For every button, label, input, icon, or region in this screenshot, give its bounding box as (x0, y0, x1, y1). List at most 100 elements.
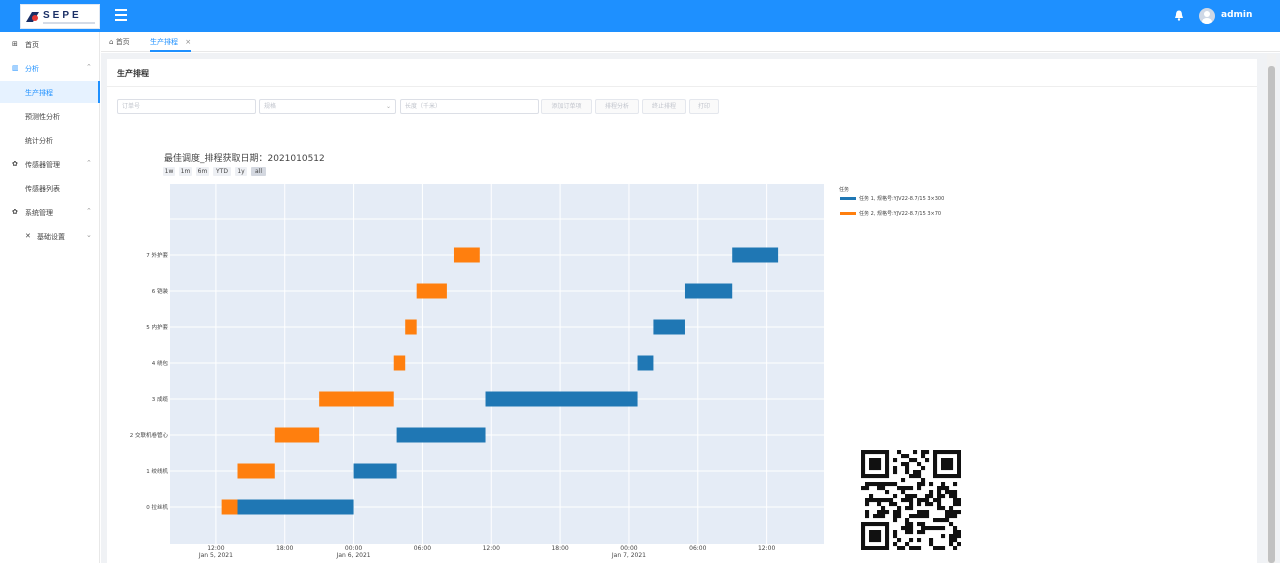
chart-title: 最佳调度_排程获取日期：2021010512 (164, 154, 325, 164)
scrollbar-thumb[interactable] (1268, 66, 1275, 563)
qr-module (893, 518, 898, 523)
qr-module (877, 482, 882, 487)
qr-module (909, 494, 914, 499)
qr-module (925, 526, 930, 531)
qr-module (929, 538, 934, 543)
qr-module (885, 466, 890, 471)
qr-module (877, 486, 882, 491)
sidebar-item-predictive-analysis[interactable]: 预测性分析 (0, 105, 100, 127)
qr-module (937, 506, 942, 511)
range-button-1y[interactable]: 1y (235, 167, 247, 176)
qr-module (905, 522, 910, 527)
order-number-input[interactable]: 订单号 (117, 99, 256, 114)
qr-module (909, 486, 914, 491)
qr-module (893, 502, 898, 507)
qr-module (937, 490, 942, 495)
qr-module (889, 502, 894, 507)
qr-module (921, 510, 926, 515)
qr-module (933, 450, 938, 455)
qr-module (917, 514, 922, 519)
sidebar-item-sensor-management[interactable]: ✿ 传感器管理 ⌃ (0, 153, 100, 175)
qr-module (953, 534, 958, 539)
qr-module (893, 534, 898, 539)
chevron-up-icon: ⌃ (86, 207, 92, 215)
qr-module (881, 506, 886, 511)
range-button-6m[interactable]: 6m (196, 167, 209, 176)
qr-module (957, 530, 961, 535)
sidebar-item-label: 分析 (25, 65, 39, 73)
avatar[interactable] (1199, 8, 1215, 24)
schedule-analysis-button[interactable]: 排程分析 (595, 99, 639, 114)
sidebar-item-production-schedule[interactable]: 生产排程 (0, 81, 100, 103)
range-button-1m[interactable]: 1m (179, 167, 192, 176)
qr-module (953, 482, 958, 487)
qr-module (901, 454, 906, 459)
add-order-item-button[interactable]: 添加订单项 (541, 99, 592, 114)
spec-placeholder: 规格 (264, 103, 277, 110)
qr-module (917, 530, 922, 535)
username[interactable]: admin (1221, 10, 1252, 20)
tab-production-schedule[interactable]: 生产排程 × (150, 32, 192, 52)
qr-module (925, 458, 930, 463)
logo[interactable]: SEPE (20, 4, 100, 29)
qr-module (957, 458, 961, 463)
sidebar-item-statistics[interactable]: 统计分析 (0, 129, 100, 151)
qr-module (873, 522, 878, 527)
sidebar-item-label: 预测性分析 (25, 113, 60, 121)
tab-bar: ⌂ 首页 生产排程 × (101, 32, 1280, 52)
qr-module (917, 510, 922, 515)
qr-module (881, 486, 886, 491)
grid-icon: ⊞ (12, 40, 18, 48)
menu-toggle-icon[interactable] (115, 9, 127, 21)
qr-module (865, 510, 870, 515)
spec-select[interactable]: 规格 ⌄ (259, 99, 396, 114)
range-button-1w[interactable]: 1w (163, 167, 175, 176)
qr-module (869, 458, 874, 463)
qr-module (937, 502, 942, 507)
qr-module (873, 498, 878, 503)
qr-module (941, 506, 946, 511)
qr-module (893, 458, 898, 463)
print-button[interactable]: 打印 (689, 99, 719, 114)
length-input[interactable]: 长度（千米） (400, 99, 539, 114)
legend-label: 任务 1, 规格号:YJV22-8.7/15 3×300 (859, 196, 945, 202)
qr-module (909, 506, 914, 511)
qr-module (877, 458, 882, 463)
qr-module (953, 490, 958, 495)
qr-module (933, 458, 938, 463)
qr-module (897, 510, 902, 515)
qr-module (885, 546, 890, 550)
qr-module (885, 474, 890, 479)
qr-module (933, 462, 938, 467)
sidebar-item-sensor-list[interactable]: 传感器列表 (0, 177, 100, 199)
logo-underline (43, 22, 95, 24)
qr-module (933, 466, 938, 471)
legend-swatch (840, 212, 856, 215)
qr-module (877, 474, 882, 479)
tab-home[interactable]: ⌂ 首页 (109, 32, 130, 52)
qr-module (901, 498, 906, 503)
qr-module (945, 462, 950, 467)
qr-module (873, 450, 878, 455)
sidebar-item-home[interactable]: ⊞ 首页 (0, 33, 100, 55)
close-icon[interactable]: × (185, 38, 191, 46)
sidebar-item-basic-settings[interactable]: ✕ 基础设置 ⌄ (0, 225, 100, 247)
range-button-ytd[interactable]: YTD (213, 167, 231, 176)
stop-schedule-button[interactable]: 终止排程 (642, 99, 686, 114)
qr-module (953, 526, 958, 531)
qr-module (913, 450, 918, 455)
qr-module (941, 474, 946, 479)
bell-icon[interactable] (1174, 10, 1184, 21)
qr-module (949, 534, 954, 539)
qr-module (861, 470, 866, 475)
qr-module (909, 514, 914, 519)
sidebar-item-label: 基础设置 (37, 233, 65, 241)
qr-module (949, 542, 954, 547)
qr-module (909, 498, 914, 503)
range-button-all[interactable]: all (251, 167, 266, 176)
qr-module (885, 458, 890, 463)
sidebar: ⊞ 首页 ▥ 分析 ⌃ 生产排程 预测性分析 统计分析 ✿ 传感器管理 ⌃ 传感… (0, 32, 100, 563)
sidebar-item-system-management[interactable]: ✿ 系统管理 ⌃ (0, 201, 100, 223)
qr-module (913, 514, 918, 519)
sidebar-item-analysis[interactable]: ▥ 分析 ⌃ (0, 57, 100, 79)
